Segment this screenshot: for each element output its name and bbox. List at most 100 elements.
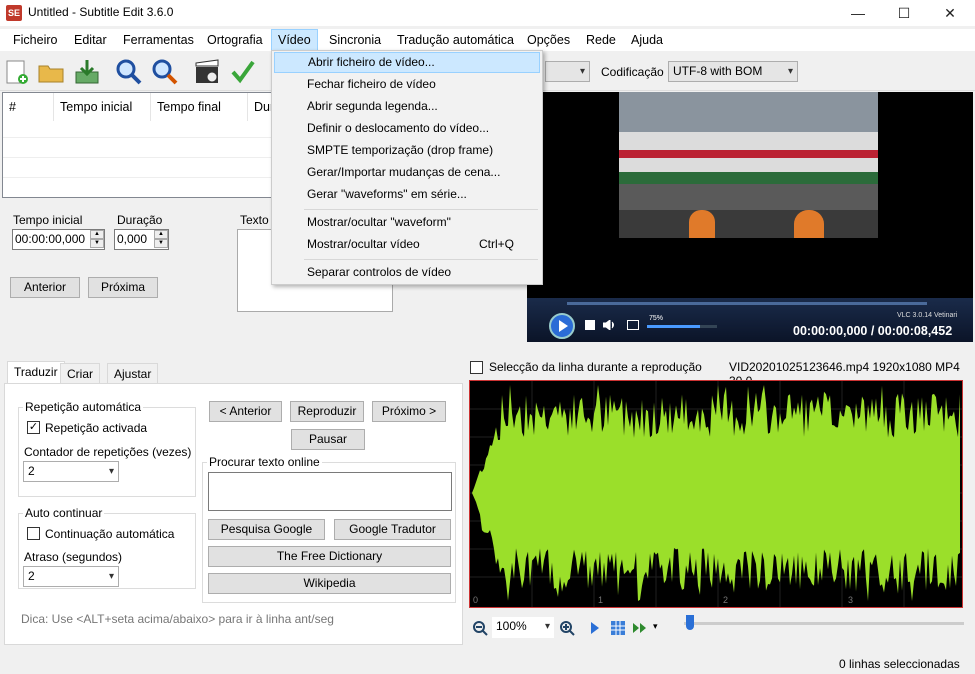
menu-item-offset[interactable]: Definir o deslocamento do vídeo... (274, 118, 540, 139)
menu-item-close-video[interactable]: Fechar ficheiro de vídeo (274, 74, 540, 95)
delay-value: 2 (28, 569, 35, 583)
zoom-in-icon[interactable] (559, 620, 575, 636)
google-translate-button[interactable]: Google Tradutor (334, 519, 451, 540)
menu-rede[interactable]: Rede (580, 29, 622, 51)
search-online-group: Procurar texto online Pesquisa Google Go… (202, 455, 456, 603)
video-menu: Abrir ficheiro de vídeo... Fechar fichei… (271, 50, 543, 285)
repeat-count-label: Contador de repetições (vezes) (24, 445, 192, 459)
repeat-check-label: Repetição activada (45, 421, 148, 435)
translate-next-button[interactable]: Próximo > (372, 401, 446, 422)
zoom-select[interactable]: 100% ▾ (492, 617, 554, 638)
encoding-combo[interactable]: UTF-8 with BOM ▾ (668, 61, 798, 82)
text-label: Texto (240, 213, 269, 227)
zoom-out-icon[interactable] (472, 620, 488, 636)
forward-arrows-icon[interactable] (632, 621, 650, 635)
menu-item-undock-controls[interactable]: Separar controlos de vídeo (274, 262, 540, 283)
play-small-icon[interactable] (590, 621, 600, 635)
menu-ajuda[interactable]: Ajuda (625, 29, 669, 51)
duration-input[interactable]: 0,000 ▲ ▼ (114, 229, 169, 250)
volume-slider[interactable] (647, 325, 717, 328)
auto-check-label: Continuação automática (45, 527, 175, 541)
close-button[interactable]: ✕ (927, 0, 973, 26)
previous-button[interactable]: Anterior (10, 277, 80, 298)
find-icon[interactable] (115, 58, 143, 86)
vlc-version: VLC 3.0.14 Vetinari (897, 312, 958, 319)
position-slider-track[interactable] (684, 622, 964, 625)
menu-item-open-video[interactable]: Abrir ficheiro de vídeo... (274, 52, 540, 73)
repeat-group-label: Repetição automática (23, 400, 144, 414)
menu-item-toggle-video[interactable]: Mostrar/ocultar vídeo Ctrl+Q (274, 234, 540, 255)
encoding-value: UTF-8 with BOM (673, 64, 763, 78)
auto-group-label: Auto continuar (23, 506, 105, 520)
translate-pause-button[interactable]: Pausar (291, 429, 365, 450)
start-time-input[interactable]: 00:00:00,000 ▲ ▼ (12, 229, 105, 250)
menu-traducao[interactable]: Tradução automática (391, 29, 520, 51)
menu-ferramentas[interactable]: Ferramentas (117, 29, 200, 51)
repeat-count-value: 2 (28, 464, 35, 478)
start-time-label: Tempo inicial (13, 213, 83, 227)
replace-icon[interactable] (151, 58, 179, 86)
translate-prev-button[interactable]: < Anterior (209, 401, 282, 422)
waveform[interactable]: 0 1 2 3 (469, 380, 963, 608)
search-group-label: Procurar texto online (207, 455, 322, 469)
repeat-checkbox[interactable]: ✓ (27, 421, 40, 434)
free-dictionary-button[interactable]: The Free Dictionary (208, 546, 451, 567)
duration-label: Duração (117, 213, 163, 227)
search-text-input[interactable] (208, 472, 452, 511)
waveform-graph: 0 1 2 3 (470, 381, 962, 607)
col-start[interactable]: Tempo inicial (54, 93, 151, 121)
grid-icon[interactable] (610, 620, 626, 636)
menu-bar: Ficheiro Editar Ferramentas Ortografia V… (0, 29, 975, 51)
translate-play-button[interactable]: Reproduzir (290, 401, 364, 422)
menu-ortografia[interactable]: Ortografia (201, 29, 269, 51)
video-controls: 75% VLC 3.0.14 Vetinari 00:00:00,000 / 0… (527, 298, 973, 342)
col-end[interactable]: Tempo final (151, 93, 248, 121)
menu-video[interactable]: Vídeo (271, 29, 318, 51)
wave-tick-2: 2 (723, 595, 728, 605)
wikipedia-button[interactable]: Wikipedia (208, 573, 451, 594)
encoding-label: Codificação (601, 65, 664, 79)
wave-tick-3: 3 (848, 595, 853, 605)
video-clapper-icon[interactable] (193, 58, 221, 86)
tab-traduzir[interactable]: Traduzir (7, 361, 65, 384)
checkmark-icon[interactable] (229, 58, 257, 86)
waveform-signal (472, 385, 960, 601)
next-button[interactable]: Próxima (88, 277, 158, 298)
select-line-checkbox[interactable] (470, 361, 483, 374)
menu-ficheiro[interactable]: Ficheiro (7, 29, 63, 51)
frame-rate-combo[interactable]: ▾ (545, 61, 590, 82)
save-icon[interactable] (73, 58, 101, 86)
volume-icon[interactable] (603, 320, 615, 330)
menu-item-batch-waveforms[interactable]: Gerar "waveforms" em série... (274, 184, 540, 205)
menu-editar[interactable]: Editar (68, 29, 113, 51)
menu-item-open-second[interactable]: Abrir segunda legenda... (274, 96, 540, 117)
play-icon (559, 320, 568, 332)
select-line-label: Selecção da linha durante a reprodução (489, 360, 702, 374)
new-file-icon[interactable] (3, 58, 31, 86)
col-number[interactable]: # (3, 93, 54, 121)
menu-item-smpte[interactable]: SMPTE temporização (drop frame) (274, 140, 540, 161)
position-slider-thumb[interactable] (686, 615, 694, 630)
tab-ajustar[interactable]: Ajustar (107, 363, 159, 384)
play-button[interactable] (549, 313, 575, 339)
stop-icon[interactable] (585, 320, 595, 330)
fullscreen-icon[interactable] (627, 320, 639, 330)
auto-continue-checkbox[interactable] (27, 527, 40, 540)
minimize-button[interactable]: — (835, 0, 881, 26)
status-text: 0 linhas seleccionadas (839, 657, 960, 671)
open-folder-icon[interactable] (37, 58, 65, 86)
menu-opcoes[interactable]: Opções (521, 29, 576, 51)
delay-select[interactable]: 2 ▾ (23, 566, 119, 587)
menu-item-toggle-waveform[interactable]: Mostrar/ocultar "waveform" (274, 212, 540, 233)
menu-item-scene-changes[interactable]: Gerar/Importar mudanças de cena... (274, 162, 540, 183)
maximize-button[interactable]: ☐ (881, 0, 927, 26)
seek-bar[interactable] (567, 302, 927, 305)
chevron-down-icon[interactable]: ▾ (653, 621, 658, 632)
tab-criar[interactable]: Criar (60, 363, 100, 384)
window-title: Untitled - Subtitle Edit 3.6.0 (28, 5, 174, 19)
menu-sincronia[interactable]: Sincronia (323, 29, 387, 51)
auto-continue-group: Auto continuar Continuação automática At… (18, 506, 196, 589)
title-bar: SE Untitled - Subtitle Edit 3.6.0 — ☐ ✕ (0, 0, 975, 26)
google-search-button[interactable]: Pesquisa Google (208, 519, 325, 540)
repeat-count-select[interactable]: 2 ▾ (23, 461, 119, 482)
